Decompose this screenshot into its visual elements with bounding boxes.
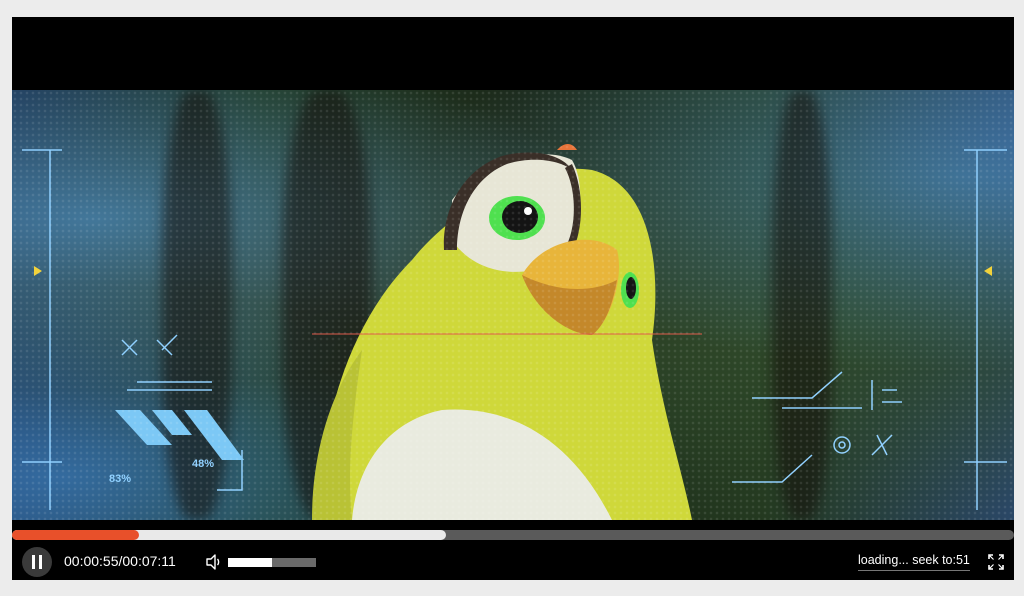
video-content-svg: 83% 48%: [22, 144, 1007, 520]
hud-left-percent-2: 48%: [192, 458, 214, 470]
hud-left-marker: [34, 266, 42, 276]
seek-bar[interactable]: [12, 530, 1014, 540]
play-pause-button[interactable]: [22, 547, 52, 577]
fullscreen-icon[interactable]: [988, 554, 1004, 570]
hud-right: [732, 149, 1007, 510]
volume-slider[interactable]: [228, 558, 316, 567]
control-bar: 00:00:55/00:07:11 loading... seek to:51: [12, 520, 1014, 580]
hud-right-marker: [984, 266, 992, 276]
hud-left-bars: [115, 410, 244, 460]
bird-illustration: [312, 144, 692, 520]
volume-level: [228, 558, 272, 567]
seek-bar-played: [12, 530, 140, 540]
speaker-icon[interactable]: [206, 554, 222, 570]
time-display: 00:00:55/00:07:11: [64, 553, 176, 569]
video-player: 83% 48% 00:00:55/00:07:11 loading... see…: [12, 17, 1014, 580]
video-frame[interactable]: 83% 48%: [12, 90, 1014, 520]
hud-left-percent: 83%: [109, 473, 131, 485]
hud-left: [22, 149, 243, 510]
loading-status: loading... seek to:51: [858, 553, 970, 571]
